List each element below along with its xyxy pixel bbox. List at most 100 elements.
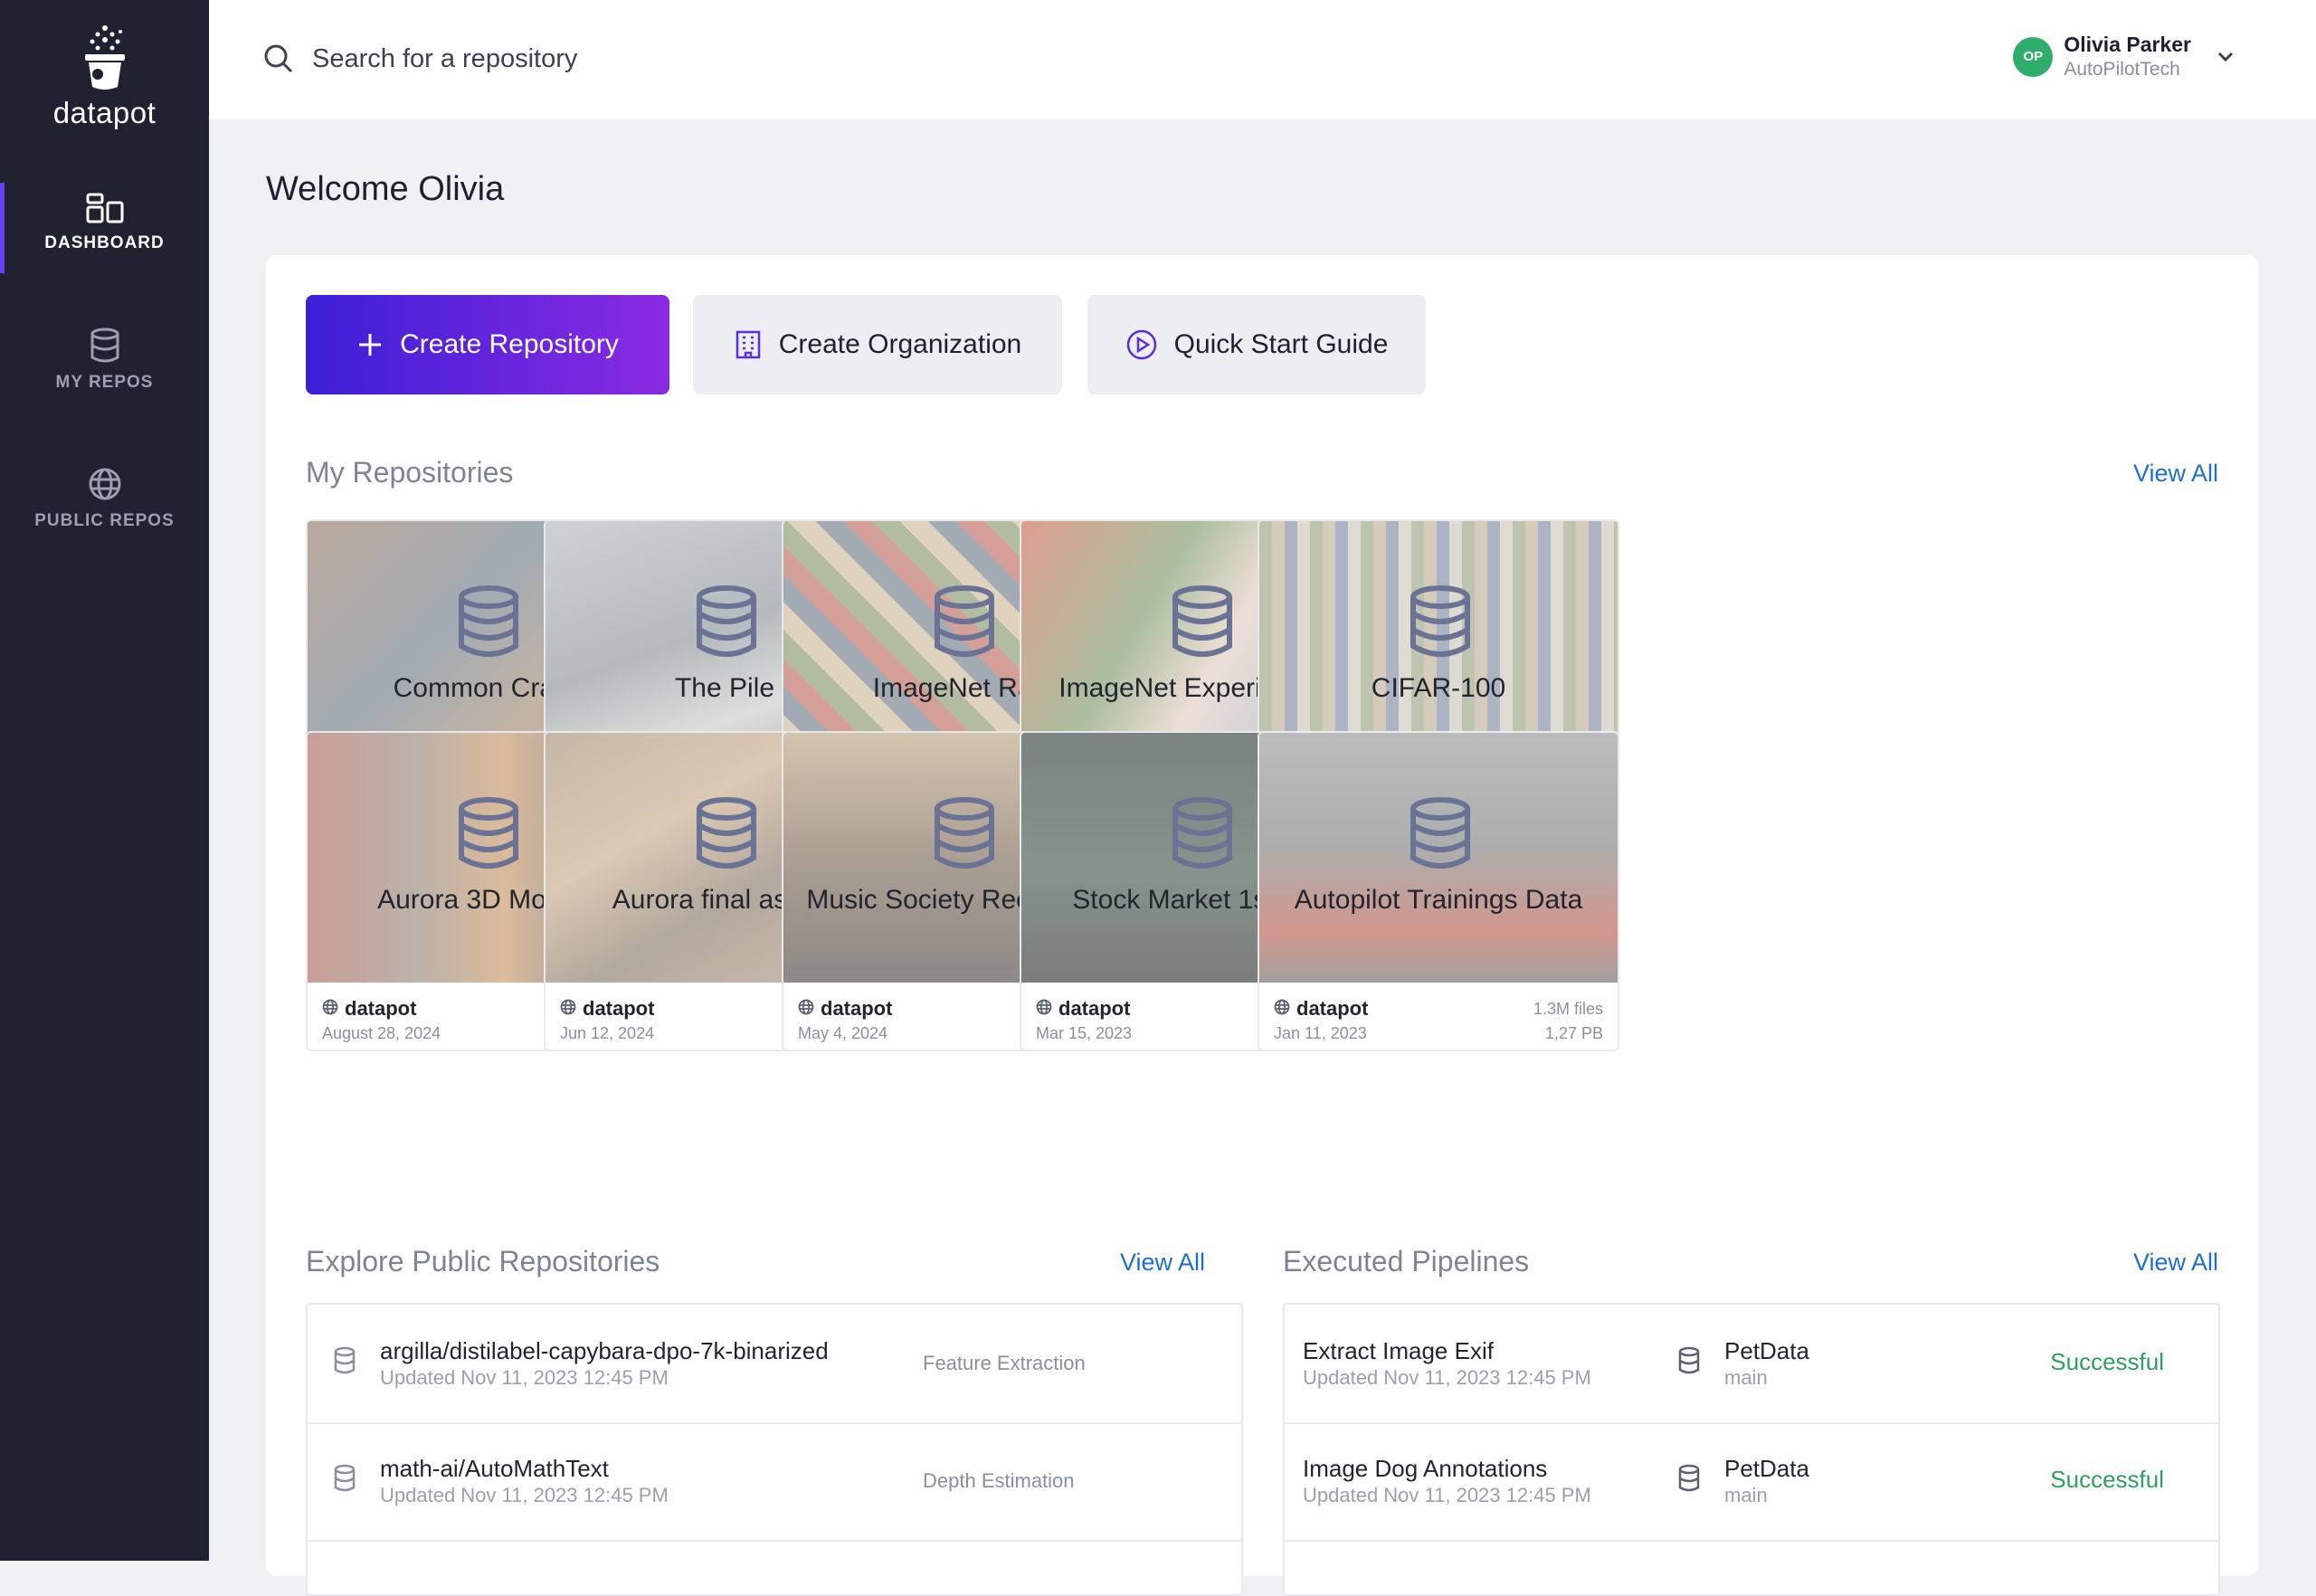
repo-name: math-ai/AutoMathText [380,1455,609,1482]
globe-icon [1036,997,1058,1021]
database-icon [1170,796,1235,877]
repository-meta: datapot Jan 11, 2023 1.3M files 1,27 PB [1259,986,1618,1050]
executed-pipelines-view-all[interactable]: View All [2133,1249,2218,1277]
search-icon [264,44,293,73]
database-icon [1408,584,1473,665]
chevron-down-icon[interactable] [2216,51,2235,63]
avatar: OP [2013,36,2054,77]
status-badge: Successful [2050,1466,2164,1493]
create-repository-button[interactable]: Create Repository [306,295,669,394]
create-repository-label: Create Repository [400,329,619,359]
pipeline-name: Image Dog Annotations [1303,1455,1548,1482]
nav-my-repos-label: MY REPOS [55,373,154,392]
create-organization-button[interactable]: Create Organization [693,295,1062,394]
list-item[interactable]: math-ai/AutoMathText Updated Nov 11, 202… [308,1422,1241,1542]
executed-pipelines-title: Executed Pipelines [1283,1245,1530,1278]
list-item[interactable]: Image Dog Annotations Updated Nov 11, 20… [1285,1422,2218,1542]
globe-icon [89,468,120,500]
search-input[interactable] [312,43,945,74]
repository-owner: datapot [560,997,654,1021]
database-icon [694,796,759,877]
globe-icon [798,997,821,1021]
database-icon [456,796,521,877]
repository-owner: datapot [1274,997,1368,1021]
database-icon [1678,1346,1700,1374]
user-org: AutoPilotTech [2064,59,2180,80]
repo-task-tag: Feature Extraction [923,1352,1086,1374]
quick-start-guide-button[interactable]: Quick Start Guide [1087,295,1426,394]
owner-name: datapot [583,997,655,1020]
status-badge: Successful [2050,1348,2164,1375]
owner-name: datapot [1296,997,1369,1020]
executed-pipelines-list: Extract Image Exif Updated Nov 11, 2023 … [1283,1303,2220,1596]
app-name: datapot [52,96,157,129]
pipeline-name: Extract Image Exif [1303,1337,1494,1364]
user-name: Olivia Parker [2064,33,2191,56]
database-icon [932,796,997,877]
repo-task-tag: Depth Estimation [923,1469,1075,1492]
repository-owner: datapot [322,997,416,1021]
pipeline-updated: Updated Nov 11, 2023 12:45 PM [1303,1484,1591,1506]
list-item[interactable]: Extract Image Exif Updated Nov 11, 2023 … [1285,1305,2218,1424]
database-icon [694,584,759,665]
repository-date: Mar 15, 2023 [1036,1024,1133,1042]
nav-public-repos-label: PUBLIC REPOS [34,511,175,530]
database-icon [932,584,997,665]
plus-icon [359,334,382,356]
database-icon [1408,796,1473,877]
database-icon [1170,584,1235,665]
app-logo[interactable]: datapot [0,24,209,130]
repo-name: argilla/distilabel-capybara-dpo-7k-binar… [380,1337,829,1364]
pipeline-repo: PetData [1724,1337,1809,1364]
database-icon [334,1464,356,1492]
dashboard-panel: Create Repository Create Organization Qu… [266,255,2258,1596]
nav-dashboard-label: DASHBOARD [44,233,165,252]
explore-public-title: Explore Public Repositories [306,1245,660,1278]
explore-public-view-all[interactable]: View All [1120,1249,1205,1277]
user-info: Olivia Parker AutoPilotTech [2064,33,2191,81]
repository-name: CIFAR-100 [1371,673,1506,703]
repository-card[interactable]: Autopilot Trainings Data datapot Jan 11, 2… [1258,731,1619,1051]
owner-name: datapot [1058,997,1131,1020]
repo-updated: Updated Nov 11, 2023 12:45 PM [380,1484,669,1506]
owner-name: datapot [821,997,893,1020]
globe-icon [560,997,583,1021]
create-organization-label: Create Organization [778,329,1022,359]
pipeline-branch: main [1724,1366,1768,1389]
nav-public-repos[interactable]: PUBLIC REPOS [0,457,209,547]
sidebar: datapot DASHBOARD MY REPOS PUBLIC REPOS [0,0,209,1561]
repository-size: 1,27 PB [1544,1024,1603,1042]
pipeline-repo: PetData [1724,1455,1809,1482]
repository-date: Jan 11, 2023 [1274,1024,1367,1042]
repository-thumbnail [1259,733,1618,983]
public-repositories-list: argilla/distilabel-capybara-dpo-7k-binar… [306,1303,1243,1596]
database-icon [1678,1464,1700,1492]
owner-name: datapot [345,997,417,1020]
datapot-logo-icon [84,25,125,90]
globe-icon [322,997,345,1021]
repository-name: Autopilot Trainings Data [1294,885,1583,915]
repository-owner: datapot [1036,997,1130,1021]
my-repositories-title: My Repositories [306,456,514,489]
pipeline-updated: Updated Nov 11, 2023 12:45 PM [1303,1366,1591,1389]
repository-date: Jun 12, 2024 [560,1024,655,1042]
repository-date: May 4, 2024 [798,1024,888,1042]
repository-owner: datapot [798,997,892,1021]
page-title: Welcome Olivia [266,170,505,208]
topbar: OP Olivia Parker AutoPilotTech [209,0,2316,119]
repo-updated: Updated Nov 11, 2023 12:45 PM [380,1366,669,1389]
list-item[interactable]: argilla/distilabel-capybara-dpo-7k-binar… [308,1305,1241,1424]
search-bar[interactable] [263,43,945,74]
quick-start-guide-label: Quick Start Guide [1173,329,1389,359]
pipeline-branch: main [1724,1484,1768,1506]
building-icon [736,330,760,359]
globe-icon [1274,997,1296,1021]
my-repositories-view-all[interactable]: View All [2133,460,2218,488]
nav-my-repos[interactable]: MY REPOS [0,318,209,409]
user-menu[interactable]: OP Olivia Parker AutoPilotTech [2013,33,2235,81]
nav-dashboard[interactable]: DASHBOARD [0,183,209,273]
database-icon [90,328,119,363]
repository-file-count: 1.3M files [1533,1000,1603,1018]
database-icon [334,1346,356,1374]
play-circle-icon [1126,329,1156,360]
